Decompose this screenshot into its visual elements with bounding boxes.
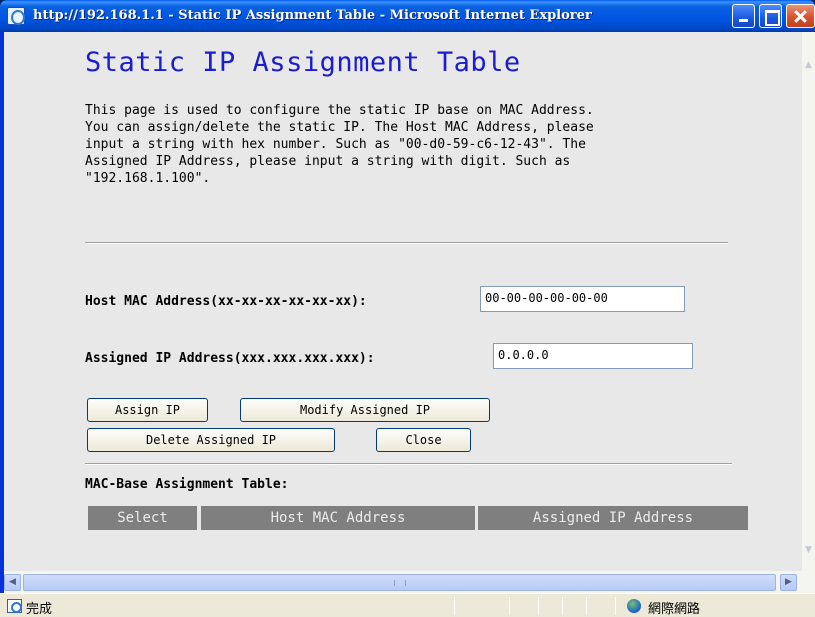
table-header-ip: Assigned IP Address: [478, 506, 748, 530]
ip-address-label: Assigned IP Address(xxx.xxx.xxx.xxx):: [85, 351, 375, 366]
page-title: Static IP Assignment Table: [85, 47, 521, 78]
status-separator: [454, 597, 455, 615]
table-title: MAC-Base Assignment Table:: [85, 477, 289, 492]
status-separator: [509, 597, 510, 615]
description-line: "192.168.1.100".: [85, 171, 211, 186]
grip-icon: [394, 580, 406, 586]
ip-address-input[interactable]: 0.0.0.0: [493, 343, 693, 369]
scroll-right-icon[interactable]: ▶: [780, 574, 797, 591]
assign-ip-button[interactable]: Assign IP: [87, 398, 208, 422]
status-bar: 完成 網際網路: [0, 593, 815, 617]
description-line: You can assign/delete the static IP. The…: [85, 120, 594, 135]
status-separator: [586, 597, 587, 615]
horizontal-scrollbar[interactable]: ◀ ▶: [4, 571, 815, 593]
maximize-button[interactable]: [759, 4, 782, 28]
status-text: 完成: [26, 602, 53, 617]
close-button[interactable]: Close: [376, 428, 471, 452]
divider: [85, 242, 728, 244]
table-header-select: Select: [88, 506, 197, 530]
table-header-mac: Host MAC Address: [201, 506, 475, 530]
window-title: http://192.168.1.1 - Static IP Assignmen…: [33, 8, 592, 23]
title-bar[interactable]: http://192.168.1.1 - Static IP Assignmen…: [0, 0, 815, 32]
description-line: input a string with hex number. Such as …: [85, 137, 586, 152]
page-description: This page is used to configure the stati…: [85, 102, 725, 187]
vertical-scrollbar[interactable]: ▲ ▼: [802, 32, 815, 571]
security-zone-text: 網際網路: [648, 602, 701, 617]
ie-page-icon: [7, 7, 25, 25]
internet-globe-icon: [627, 599, 641, 613]
scroll-left-icon[interactable]: ◀: [4, 574, 21, 591]
status-separator: [562, 597, 563, 615]
delete-assigned-ip-button[interactable]: Delete Assigned IP: [87, 428, 335, 452]
scroll-down-icon[interactable]: ▼: [802, 542, 815, 558]
modify-assigned-ip-button[interactable]: Modify Assigned IP: [240, 398, 490, 422]
browser-window: http://192.168.1.1 - Static IP Assignmen…: [0, 0, 815, 617]
divider: [85, 463, 732, 465]
scrollbar-thumb[interactable]: [23, 574, 776, 591]
description-line: Assigned IP Address, please input a stri…: [85, 154, 571, 169]
close-window-button[interactable]: [786, 4, 815, 28]
minimize-button[interactable]: [732, 4, 755, 28]
scroll-up-icon[interactable]: ▲: [802, 57, 815, 73]
status-separator: [615, 597, 616, 615]
ie-page-icon: [7, 599, 22, 613]
description-line: This page is used to configure the stati…: [85, 103, 594, 118]
mac-address-label: Host MAC Address(xx-xx-xx-xx-xx-xx):: [85, 294, 367, 309]
mac-address-input[interactable]: 00-00-00-00-00-00: [480, 286, 685, 312]
status-separator: [538, 597, 539, 615]
